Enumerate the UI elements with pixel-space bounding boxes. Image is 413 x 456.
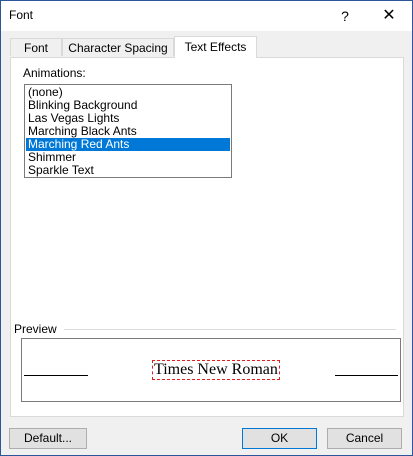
text-effects-panel: Animations: (none) Blinking Background L… <box>10 57 404 417</box>
list-item[interactable]: Sparkle Text <box>26 164 230 177</box>
preview-label: Preview <box>14 322 61 336</box>
close-icon[interactable]: ✕ <box>367 1 411 31</box>
ok-button[interactable]: OK <box>242 428 317 449</box>
window-title: Font <box>9 8 34 22</box>
help-icon[interactable]: ? <box>323 1 367 31</box>
tab-font[interactable]: Font <box>10 38 62 56</box>
title-bar: Font ? ✕ <box>1 1 412 31</box>
preview-box: Times New Roman <box>21 338 401 402</box>
font-dialog: Font ? ✕ Font Character Spacing Text Eff… <box>0 0 413 456</box>
animations-label: Animations: <box>23 66 86 80</box>
preview-sample-text: Times New Roman <box>152 360 280 380</box>
cancel-button[interactable]: Cancel <box>327 428 402 449</box>
animations-listbox[interactable]: (none) Blinking Background Las Vegas Lig… <box>24 84 232 178</box>
preview-divider <box>64 329 396 330</box>
tab-character-spacing[interactable]: Character Spacing <box>62 38 174 56</box>
default-button[interactable]: Default... <box>9 428 87 449</box>
preview-baseline-right <box>335 375 398 376</box>
tab-text-effects[interactable]: Text Effects <box>174 36 257 58</box>
preview-baseline-left <box>24 375 88 376</box>
